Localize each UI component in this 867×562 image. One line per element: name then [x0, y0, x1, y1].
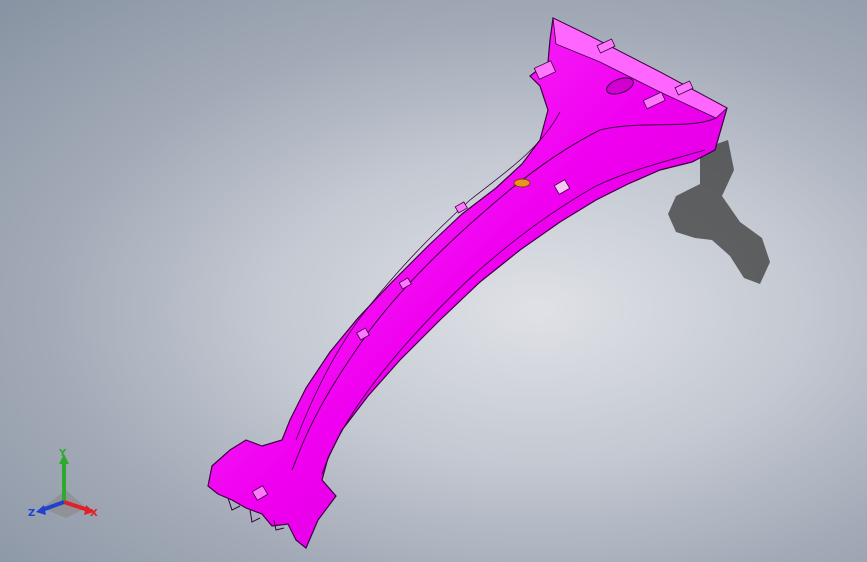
- orange-nut: [513, 178, 531, 188]
- triad-z-label: Z: [28, 508, 35, 519]
- coordinate-triad: Y X Z: [28, 448, 98, 519]
- graphics-viewport[interactable]: Y X Z: [0, 0, 867, 562]
- triad-y-label: Y: [58, 448, 67, 459]
- triad-x-label: X: [90, 508, 98, 519]
- model-view[interactable]: [0, 0, 867, 562]
